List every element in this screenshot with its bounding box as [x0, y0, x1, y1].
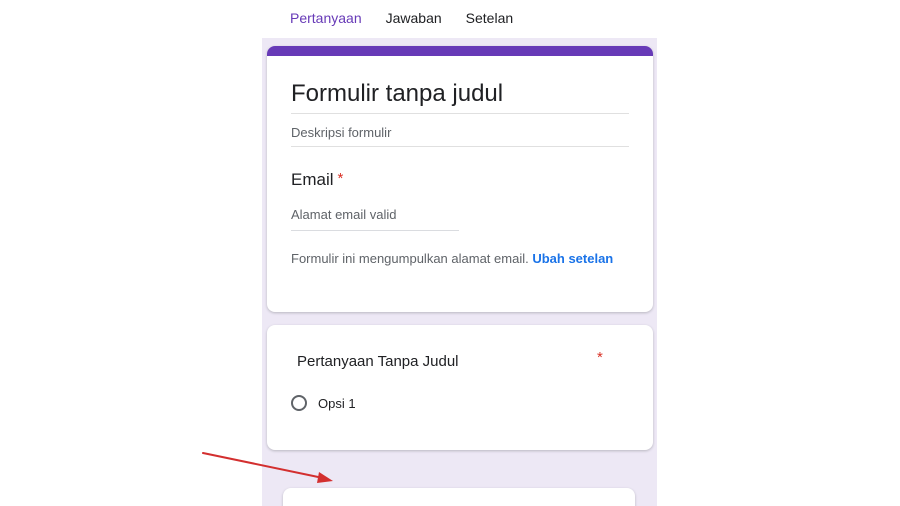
tab-pertanyaan[interactable]: Pertanyaan [280, 0, 374, 36]
form-description-input[interactable]: Deskripsi formulir [291, 125, 391, 140]
radio-button-unchecked-icon[interactable] [291, 395, 307, 411]
tab-setelan[interactable]: Setelan [454, 0, 525, 36]
question-card[interactable]: Pertanyaan Tanpa Judul * Opsi 1 [267, 325, 653, 450]
option-label: Opsi 1 [318, 395, 356, 411]
tab-jawaban[interactable]: Jawaban [374, 0, 454, 36]
bottom-toolbar-card[interactable] [283, 488, 635, 506]
email-label-text: Email [291, 170, 334, 189]
email-collection-notice: Formulir ini mengumpulkan alamat email. … [291, 249, 631, 269]
title-card-accent-bar [267, 46, 653, 56]
form-title-card: Formulir tanpa judul Deskripsi formulir … [267, 46, 653, 312]
change-settings-link[interactable]: Ubah setelan [532, 251, 613, 266]
option-row[interactable]: Opsi 1 [291, 395, 356, 411]
question-required-mark: * [597, 349, 603, 366]
question-title[interactable]: Pertanyaan Tanpa Judul [297, 353, 459, 370]
email-label: Email * [291, 170, 343, 190]
form-description-underline [291, 146, 629, 147]
email-required-mark: * [337, 170, 344, 187]
email-notice-text: Formulir ini mengumpulkan alamat email. [291, 251, 529, 266]
editor-tabs: Pertanyaan Jawaban Setelan [280, 0, 525, 36]
google-forms-editor: Pertanyaan Jawaban Setelan Formulir tanp… [0, 0, 900, 506]
red-annotation-arrow-icon [202, 452, 333, 483]
email-field[interactable]: Alamat email valid [291, 207, 397, 222]
form-title-underline [291, 113, 629, 114]
email-field-underline [291, 230, 459, 231]
form-title[interactable]: Formulir tanpa judul [291, 80, 503, 108]
